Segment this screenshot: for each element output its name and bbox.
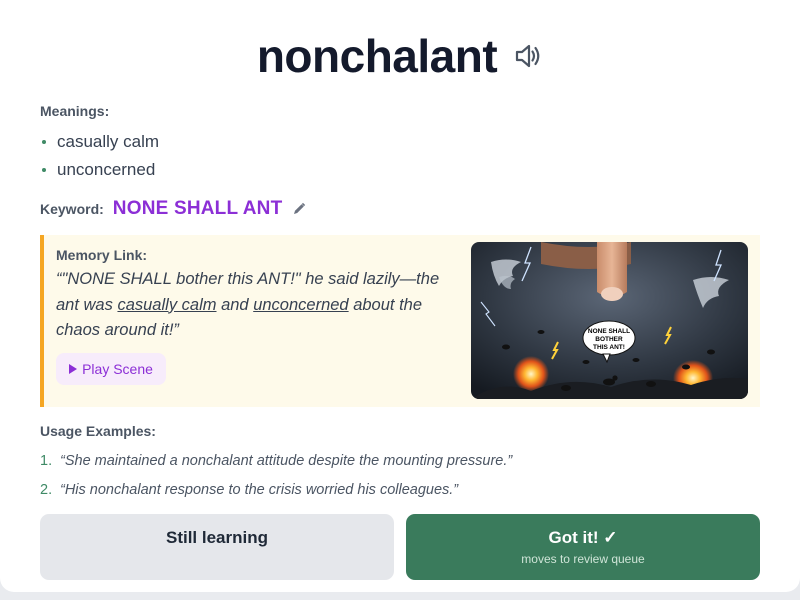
title-row: nonchalant <box>0 26 800 86</box>
play-scene-label: Play Scene <box>82 361 153 377</box>
bubble-line: NONE SHALL <box>588 328 630 335</box>
still-learning-label: Still learning <box>165 528 269 547</box>
meaning-text: unconcerned <box>57 160 156 179</box>
got-it-button[interactable]: Got it! ✓ moves to review queue <box>406 514 760 580</box>
usage-number: 1. <box>40 453 53 469</box>
usage-examples-list: 1. “She maintained a nonchalant attitude … <box>40 447 512 505</box>
got-it-sublabel: moves to review queue <box>521 552 645 566</box>
play-scene-button[interactable]: Play Scene <box>56 353 166 385</box>
usage-number: 2. <box>40 482 53 498</box>
meanings-list: casually calm unconcerned <box>40 128 159 184</box>
usage-text: “She maintained a nonchalant attitude de… <box>60 453 513 469</box>
keyword-label: Keyword: <box>40 201 104 217</box>
meanings-label: Meanings: <box>40 103 110 119</box>
still-learning-button[interactable]: Still learning <box>40 514 394 580</box>
meaning-text: casually calm <box>57 132 160 151</box>
scene-illustration: NONE SHALL BOTHER THIS ANT! <box>471 242 748 399</box>
keyword-value: NONE SHALL ANT <box>112 198 283 219</box>
usage-examples-label: Usage Examples: <box>40 423 156 439</box>
play-icon <box>69 364 78 374</box>
keyword-row: Keyword: NONE SHALL ANT <box>40 196 306 222</box>
flashcard: nonchalant Meanings: casually calm uncon… <box>0 0 800 592</box>
memory-text-part: and <box>216 295 254 314</box>
usage-example: 2. “His nonchalant response to the crisis… <box>40 476 512 505</box>
bubble-line: BOTHER <box>595 336 623 343</box>
bullet-icon <box>42 168 46 172</box>
memory-highlight-unconcerned: unconcerned <box>253 295 349 314</box>
memory-link-label: Memory Link: <box>56 247 148 263</box>
speaker-icon[interactable] <box>513 41 543 71</box>
meaning-item: unconcerned <box>40 156 159 184</box>
usage-text: “His nonchalant response to the crisis w… <box>60 482 459 498</box>
usage-example: 1. “She maintained a nonchalant attitude … <box>40 447 512 476</box>
word-title: nonchalant <box>256 30 498 82</box>
memory-highlight-calm: casually calm <box>117 295 217 314</box>
pencil-icon[interactable] <box>292 202 306 216</box>
bullet-icon <box>42 140 46 144</box>
meaning-item: casually calm <box>40 128 159 156</box>
got-it-label: Got it! ✓ <box>548 528 618 547</box>
memory-link-text: “"NONE SHALL bother this ANT!" he said l… <box>56 267 456 344</box>
bubble-line: THIS ANT! <box>593 344 625 351</box>
memory-link-box: Memory Link: “"NONE SHALL bother this AN… <box>40 235 760 407</box>
